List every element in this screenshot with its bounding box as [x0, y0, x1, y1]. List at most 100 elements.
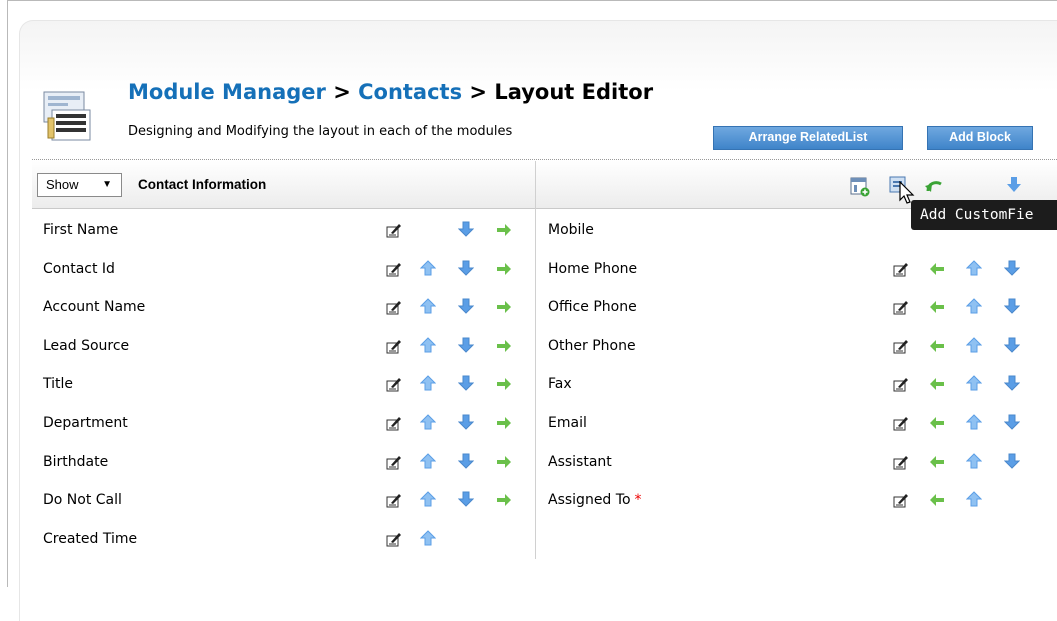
field-label-text: Assigned To: [548, 492, 631, 508]
move-up-icon[interactable]: [966, 414, 982, 430]
field-label-text: Office Phone: [548, 299, 637, 315]
field-label: Home Phone: [548, 261, 637, 277]
field-label: Account Name: [43, 299, 145, 315]
edit-field-icon[interactable]: [893, 338, 909, 354]
move-up-icon[interactable]: [966, 375, 982, 391]
edit-field-icon[interactable]: [386, 531, 402, 547]
field-label: Lead Source: [43, 338, 129, 354]
move-up-icon[interactable]: [420, 453, 436, 469]
move-left-icon[interactable]: [929, 338, 945, 354]
move-down-icon[interactable]: [458, 298, 474, 314]
edit-field-icon[interactable]: [386, 415, 402, 431]
field-label-text: Contact Id: [43, 261, 115, 277]
edit-field-icon[interactable]: [386, 299, 402, 315]
move-left-icon[interactable]: [929, 376, 945, 392]
field-label-text: Assistant: [548, 454, 612, 470]
field-label-text: Title: [43, 376, 74, 392]
move-right-icon[interactable]: [496, 376, 512, 392]
add-block-button[interactable]: Add Block: [927, 126, 1033, 150]
field-label: Created Time: [43, 531, 137, 547]
edit-field-icon[interactable]: [386, 376, 402, 392]
show-select[interactable]: Show ▼: [37, 173, 122, 197]
move-right-icon[interactable]: [496, 299, 512, 315]
field-label: Contact Id: [43, 261, 115, 277]
move-up-icon[interactable]: [420, 414, 436, 430]
edit-field-icon[interactable]: [893, 454, 909, 470]
move-left-icon[interactable]: [929, 261, 945, 277]
move-up-icon[interactable]: [420, 298, 436, 314]
move-down-icon[interactable]: [458, 491, 474, 507]
field-label-text: Email: [548, 415, 587, 431]
edit-field-icon[interactable]: [893, 415, 909, 431]
move-down-icon[interactable]: [458, 221, 474, 237]
field-label: Do Not Call: [43, 492, 122, 508]
edit-field-icon[interactable]: [386, 338, 402, 354]
move-up-icon[interactable]: [420, 337, 436, 353]
breadcrumb-current: Layout Editor: [494, 80, 654, 104]
module-manager-icon: [43, 91, 91, 141]
field-label-text: Account Name: [43, 299, 146, 315]
chevron-down-icon: ▼: [102, 179, 112, 190]
move-down-icon[interactable]: [458, 453, 474, 469]
move-right-icon[interactable]: [496, 338, 512, 354]
move-up-icon[interactable]: [966, 260, 982, 276]
field-label: Assistant: [548, 454, 612, 470]
move-up-icon[interactable]: [966, 491, 982, 507]
field-label-text: Birthdate: [43, 454, 109, 470]
arrange-related-list-button[interactable]: Arrange RelatedList: [713, 126, 903, 150]
field-label: Birthdate: [43, 454, 108, 470]
move-down-icon[interactable]: [1004, 414, 1020, 430]
edit-field-icon[interactable]: [386, 222, 402, 238]
column-divider: [535, 161, 536, 559]
edit-field-icon[interactable]: [893, 299, 909, 315]
move-left-icon[interactable]: [929, 492, 945, 508]
move-right-icon[interactable]: [496, 222, 512, 238]
field-label-text: Created Time: [43, 531, 138, 547]
move-up-icon[interactable]: [966, 337, 982, 353]
move-down-icon[interactable]: [1004, 298, 1020, 314]
field-label-text: Department: [43, 415, 128, 431]
move-up-icon[interactable]: [420, 375, 436, 391]
move-up-icon[interactable]: [420, 530, 436, 546]
edit-field-icon[interactable]: [386, 492, 402, 508]
move-down-icon[interactable]: [1004, 260, 1020, 276]
edit-field-icon[interactable]: [893, 261, 909, 277]
move-up-icon[interactable]: [966, 298, 982, 314]
breadcrumb-separator: >: [462, 80, 495, 104]
move-block-down-icon[interactable]: [1004, 175, 1024, 195]
block-title: Contact Information: [138, 177, 267, 192]
tooltip: Add CustomFie: [911, 200, 1057, 230]
edit-field-icon[interactable]: [386, 454, 402, 470]
move-down-icon[interactable]: [1004, 375, 1020, 391]
field-label: Department: [43, 415, 128, 431]
move-down-icon[interactable]: [1004, 453, 1020, 469]
field-label-text: Other Phone: [548, 338, 636, 354]
breadcrumb-contacts[interactable]: Contacts: [358, 80, 462, 104]
move-left-icon[interactable]: [929, 415, 945, 431]
move-up-icon[interactable]: [420, 491, 436, 507]
move-down-icon[interactable]: [458, 337, 474, 353]
field-label: Fax: [548, 376, 572, 392]
move-down-icon[interactable]: [1004, 337, 1020, 353]
undo-icon[interactable]: [924, 177, 944, 197]
edit-field-icon[interactable]: [893, 376, 909, 392]
move-right-icon[interactable]: [496, 454, 512, 470]
edit-field-icon[interactable]: [386, 261, 402, 277]
field-label-text: Do Not Call: [43, 492, 122, 508]
breadcrumb-module-manager[interactable]: Module Manager: [128, 80, 326, 104]
move-up-icon[interactable]: [420, 260, 436, 276]
move-left-icon[interactable]: [929, 299, 945, 315]
move-down-icon[interactable]: [458, 414, 474, 430]
move-right-icon[interactable]: [496, 492, 512, 508]
move-up-icon[interactable]: [966, 453, 982, 469]
move-down-icon[interactable]: [458, 375, 474, 391]
move-left-icon[interactable]: [929, 454, 945, 470]
add-field-icon[interactable]: [850, 177, 870, 197]
edit-field-icon[interactable]: [893, 492, 909, 508]
required-marker: *: [634, 492, 642, 508]
field-label: Assigned To *: [548, 492, 642, 508]
move-right-icon[interactable]: [496, 415, 512, 431]
move-down-icon[interactable]: [458, 260, 474, 276]
field-label-text: Home Phone: [548, 261, 638, 277]
move-right-icon[interactable]: [496, 261, 512, 277]
